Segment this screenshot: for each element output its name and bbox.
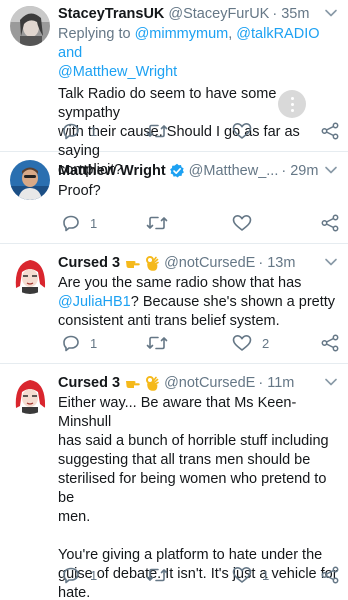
chevron-down-icon[interactable] bbox=[324, 375, 338, 389]
ok-hand-emoji-icon bbox=[146, 376, 159, 391]
reply-button[interactable]: 1 bbox=[62, 334, 97, 352]
tweet[interactable]: Matthew Wright @Matthew_... · 29m Proof?… bbox=[0, 152, 348, 244]
reply-count: 1 bbox=[90, 335, 98, 351]
more-options-icon[interactable] bbox=[278, 90, 306, 118]
timestamp[interactable]: 13m bbox=[267, 255, 295, 271]
avatar[interactable] bbox=[10, 160, 50, 200]
reply-icon bbox=[63, 567, 79, 584]
reply-button[interactable]: 1 bbox=[62, 566, 97, 584]
tweet-text-fragment: ? Because she's shown a pretty bbox=[130, 294, 336, 310]
tweet-text-line: You're giving a platform to hate under t… bbox=[58, 547, 323, 563]
retweet-button[interactable] bbox=[146, 334, 178, 352]
tweet-text-line: hate. bbox=[58, 585, 91, 600]
separator-dot: · bbox=[258, 255, 264, 271]
reply-icon bbox=[63, 215, 79, 232]
retweet-icon bbox=[146, 124, 168, 138]
share-button[interactable] bbox=[320, 214, 340, 232]
timestamp[interactable]: 35m bbox=[281, 6, 309, 22]
ok-hand-emoji-icon bbox=[146, 256, 159, 271]
separator-dot: · bbox=[272, 6, 278, 22]
share-icon bbox=[321, 334, 339, 352]
reply-button[interactable]: 1 bbox=[62, 122, 97, 140]
chevron-down-icon[interactable] bbox=[324, 163, 338, 177]
pointing-right-emoji-icon bbox=[126, 261, 140, 268]
retweet-button[interactable] bbox=[146, 214, 178, 232]
like-icon bbox=[232, 335, 252, 351]
share-icon bbox=[321, 214, 339, 232]
like-icon bbox=[232, 123, 252, 139]
chevron-down-icon[interactable] bbox=[324, 6, 338, 20]
tweet-text-line: consistent anti trans belief system. bbox=[58, 313, 280, 329]
like-button[interactable] bbox=[232, 214, 262, 232]
like-icon bbox=[232, 215, 252, 231]
like-count: 1 bbox=[262, 567, 270, 583]
author-handle[interactable]: @notCursedE bbox=[164, 375, 255, 391]
reply-button[interactable]: 1 bbox=[62, 214, 97, 232]
author-name[interactable]: StaceyTransUK bbox=[58, 6, 164, 22]
retweet-button[interactable] bbox=[146, 566, 178, 584]
timestamp[interactable]: 11m bbox=[267, 375, 294, 391]
like-button[interactable]: 1 bbox=[232, 566, 269, 584]
tweet-text-line: men. bbox=[58, 509, 91, 525]
replying-to-label: Replying to bbox=[58, 26, 131, 42]
mention-link[interactable]: @JuliaHB1 bbox=[58, 294, 131, 310]
tweet-text: Are you the same radio show that has @Ju… bbox=[58, 274, 340, 331]
mention-link[interactable]: @mimmymum bbox=[135, 26, 229, 42]
share-button[interactable] bbox=[320, 122, 340, 140]
tweet[interactable]: StaceyTransUK @StaceyFurUK · 35m Replyin… bbox=[0, 0, 348, 178]
author-name[interactable]: Cursed 3 bbox=[58, 375, 120, 391]
avatar[interactable] bbox=[10, 6, 50, 46]
tweet-text-line: has said a bunch of horrible stuff inclu… bbox=[58, 433, 329, 449]
retweet-icon bbox=[146, 216, 168, 230]
tweet[interactable]: Cursed 3 @notCursedE · 13m Are you the s… bbox=[0, 244, 348, 364]
tweet-text-line: @JuliaHB1? Because she's shown a pretty bbox=[58, 293, 340, 312]
tweet-actions: 1 bbox=[58, 120, 340, 142]
reply-icon bbox=[63, 335, 79, 352]
reply-count: 1 bbox=[90, 123, 98, 139]
like-button[interactable] bbox=[232, 122, 262, 140]
share-button[interactable] bbox=[320, 566, 340, 584]
pointing-right-emoji-icon bbox=[126, 381, 140, 388]
share-icon bbox=[321, 122, 339, 140]
author-handle[interactable]: @notCursedE bbox=[164, 255, 255, 271]
share-button[interactable] bbox=[320, 334, 340, 352]
tweet-actions: 1 bbox=[58, 212, 340, 234]
author-name[interactable]: Matthew Wright bbox=[58, 163, 166, 179]
chevron-down-icon[interactable] bbox=[324, 255, 338, 269]
retweet-icon bbox=[146, 336, 168, 350]
tweet-text-line: suggesting that all trans men should be bbox=[58, 452, 311, 468]
tweet-text-line: Proof? bbox=[58, 183, 101, 199]
separator-dot: · bbox=[281, 163, 287, 179]
avatar[interactable] bbox=[10, 254, 50, 294]
tweet-text-line: Either way... Be aware that Ms Keen-Mins… bbox=[58, 395, 297, 430]
share-icon bbox=[321, 566, 339, 584]
avatar[interactable] bbox=[10, 374, 50, 414]
tweet-actions: 1 2 bbox=[58, 332, 340, 354]
tweet-actions: 1 1 bbox=[58, 564, 340, 586]
mention-link[interactable]: @talkRADIO bbox=[236, 26, 319, 42]
timestamp[interactable]: 29m bbox=[290, 163, 318, 179]
verified-badge-icon bbox=[169, 163, 184, 178]
author-name[interactable]: Cursed 3 bbox=[58, 255, 120, 271]
tweet-text-line: sterilised for being women who pretend t… bbox=[58, 471, 327, 506]
tweet-text-line: Are you the same radio show that has bbox=[58, 275, 302, 291]
like-icon bbox=[232, 567, 252, 583]
tweet[interactable]: Cursed 3 @notCursedE · 11m Either way...… bbox=[0, 364, 348, 600]
retweet-icon bbox=[146, 568, 168, 582]
like-count: 2 bbox=[262, 335, 270, 351]
reply-icon bbox=[63, 123, 79, 140]
author-handle[interactable]: @StaceyFurUK bbox=[168, 6, 269, 22]
and-label: and bbox=[58, 45, 83, 61]
reply-count: 1 bbox=[90, 215, 98, 231]
mention-link[interactable]: @Matthew_Wright bbox=[58, 64, 177, 80]
replying-to: Replying to @mimmymum, @talkRADIO and @M… bbox=[58, 26, 320, 80]
like-button[interactable]: 2 bbox=[232, 334, 269, 352]
tweet-text: Proof? bbox=[58, 182, 340, 201]
author-handle[interactable]: @Matthew_... bbox=[189, 163, 279, 179]
retweet-button[interactable] bbox=[146, 122, 178, 140]
separator-dot: · bbox=[258, 375, 264, 391]
reply-count: 1 bbox=[90, 567, 98, 583]
